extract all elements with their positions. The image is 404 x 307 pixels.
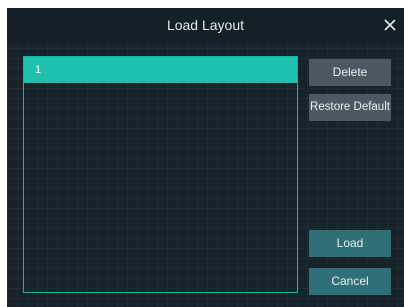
layout-list[interactable]: 1 (23, 56, 298, 293)
load-button[interactable]: Load (309, 230, 391, 257)
cancel-button[interactable]: Cancel (309, 268, 391, 295)
dialog-titlebar: Load Layout (7, 8, 404, 42)
delete-button[interactable]: Delete (309, 59, 391, 86)
restore-default-button[interactable]: Restore Default (309, 94, 391, 121)
load-layout-dialog: Load Layout 1 Delete Restore Default Loa… (7, 8, 404, 307)
close-icon[interactable] (382, 17, 398, 33)
dialog-title: Load Layout (166, 17, 245, 33)
layout-list-item[interactable]: 1 (24, 57, 297, 83)
